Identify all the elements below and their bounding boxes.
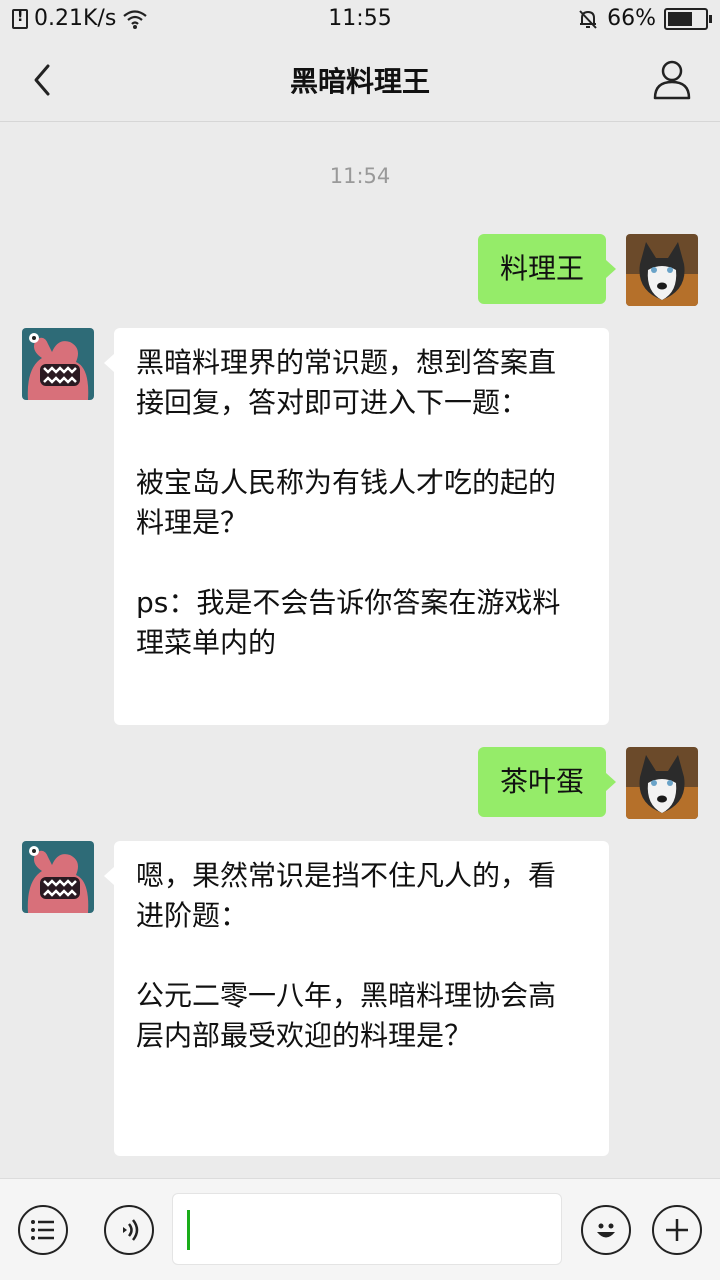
- husky-dog-avatar[interactable]: [626, 747, 698, 819]
- message-line: 被宝岛人民称为有钱人才吃的起的: [136, 466, 557, 499]
- message-bubble-incoming[interactable]: 嗯，果然常识是挡不住凡人的，看 进阶题： 公元二零一八年，黑暗料理协会高 层内部…: [104, 841, 609, 1156]
- message-input[interactable]: [172, 1193, 562, 1265]
- status-bar: 0.21K/s 11:55 66%: [0, 0, 720, 38]
- message-bubble-incoming[interactable]: 黑暗料理界的常识题，想到答案直 接回复，答对即可进入下一题： 被宝岛人民称为有钱…: [104, 328, 609, 725]
- chat-title: 黑暗料理王: [289, 65, 430, 98]
- text-caret: [187, 1210, 190, 1250]
- message-bubble-outgoing[interactable]: 料理王: [477, 234, 617, 304]
- message-line: 进阶题：: [136, 899, 249, 932]
- add-button[interactable]: [652, 1205, 702, 1255]
- battery-icon: [664, 7, 712, 30]
- voice-icon: [123, 1219, 139, 1241]
- chat-info-button[interactable]: [652, 58, 692, 102]
- voice-button[interactable]: [104, 1205, 154, 1255]
- mute-bell-icon: [579, 9, 597, 29]
- message-line: 公元二零一八年，黑暗料理协会高: [136, 979, 557, 1012]
- message-list[interactable]: 11:54 料理王 黑暗料理界的常识题，想到答案直 接回复，答对即可进入下一题：: [0, 122, 720, 1178]
- battery-percent: 66%: [607, 6, 656, 31]
- list-menu-icon: [31, 1220, 54, 1240]
- emoji-icon: [597, 1223, 615, 1238]
- message-line: 料理是？: [136, 506, 249, 539]
- chat-header: 黑暗料理王: [0, 38, 720, 122]
- message-timestamp: 11:54: [329, 164, 391, 188]
- message-line: 层内部最受欢迎的料理是？: [136, 1019, 473, 1052]
- status-right: 66%: [577, 6, 712, 31]
- menu-button[interactable]: [18, 1205, 68, 1255]
- message-line: 嗯，果然常识是挡不住凡人的，看: [136, 859, 557, 892]
- message-line: 理菜单内的: [136, 626, 277, 659]
- emoji-button[interactable]: [581, 1205, 631, 1255]
- message-line: 黑暗料理界的常识题，想到答案直: [136, 346, 557, 379]
- battery-level-fill: [668, 11, 692, 26]
- plus-icon: [666, 1219, 688, 1241]
- message-line: 接回复，答对即可进入下一题：: [136, 386, 529, 419]
- input-bar: [0, 1178, 720, 1280]
- message-bubble-outgoing[interactable]: 茶叶蛋: [477, 747, 617, 817]
- husky-dog-avatar[interactable]: [626, 234, 698, 306]
- octopus-monster-avatar[interactable]: [22, 841, 94, 913]
- octopus-monster-avatar[interactable]: [22, 328, 94, 400]
- message-text: 料理王: [499, 252, 584, 285]
- message-line: ps：我是不会告诉你答案在游戏料: [136, 586, 561, 619]
- person-icon: [653, 60, 691, 100]
- message-text: 茶叶蛋: [499, 765, 584, 798]
